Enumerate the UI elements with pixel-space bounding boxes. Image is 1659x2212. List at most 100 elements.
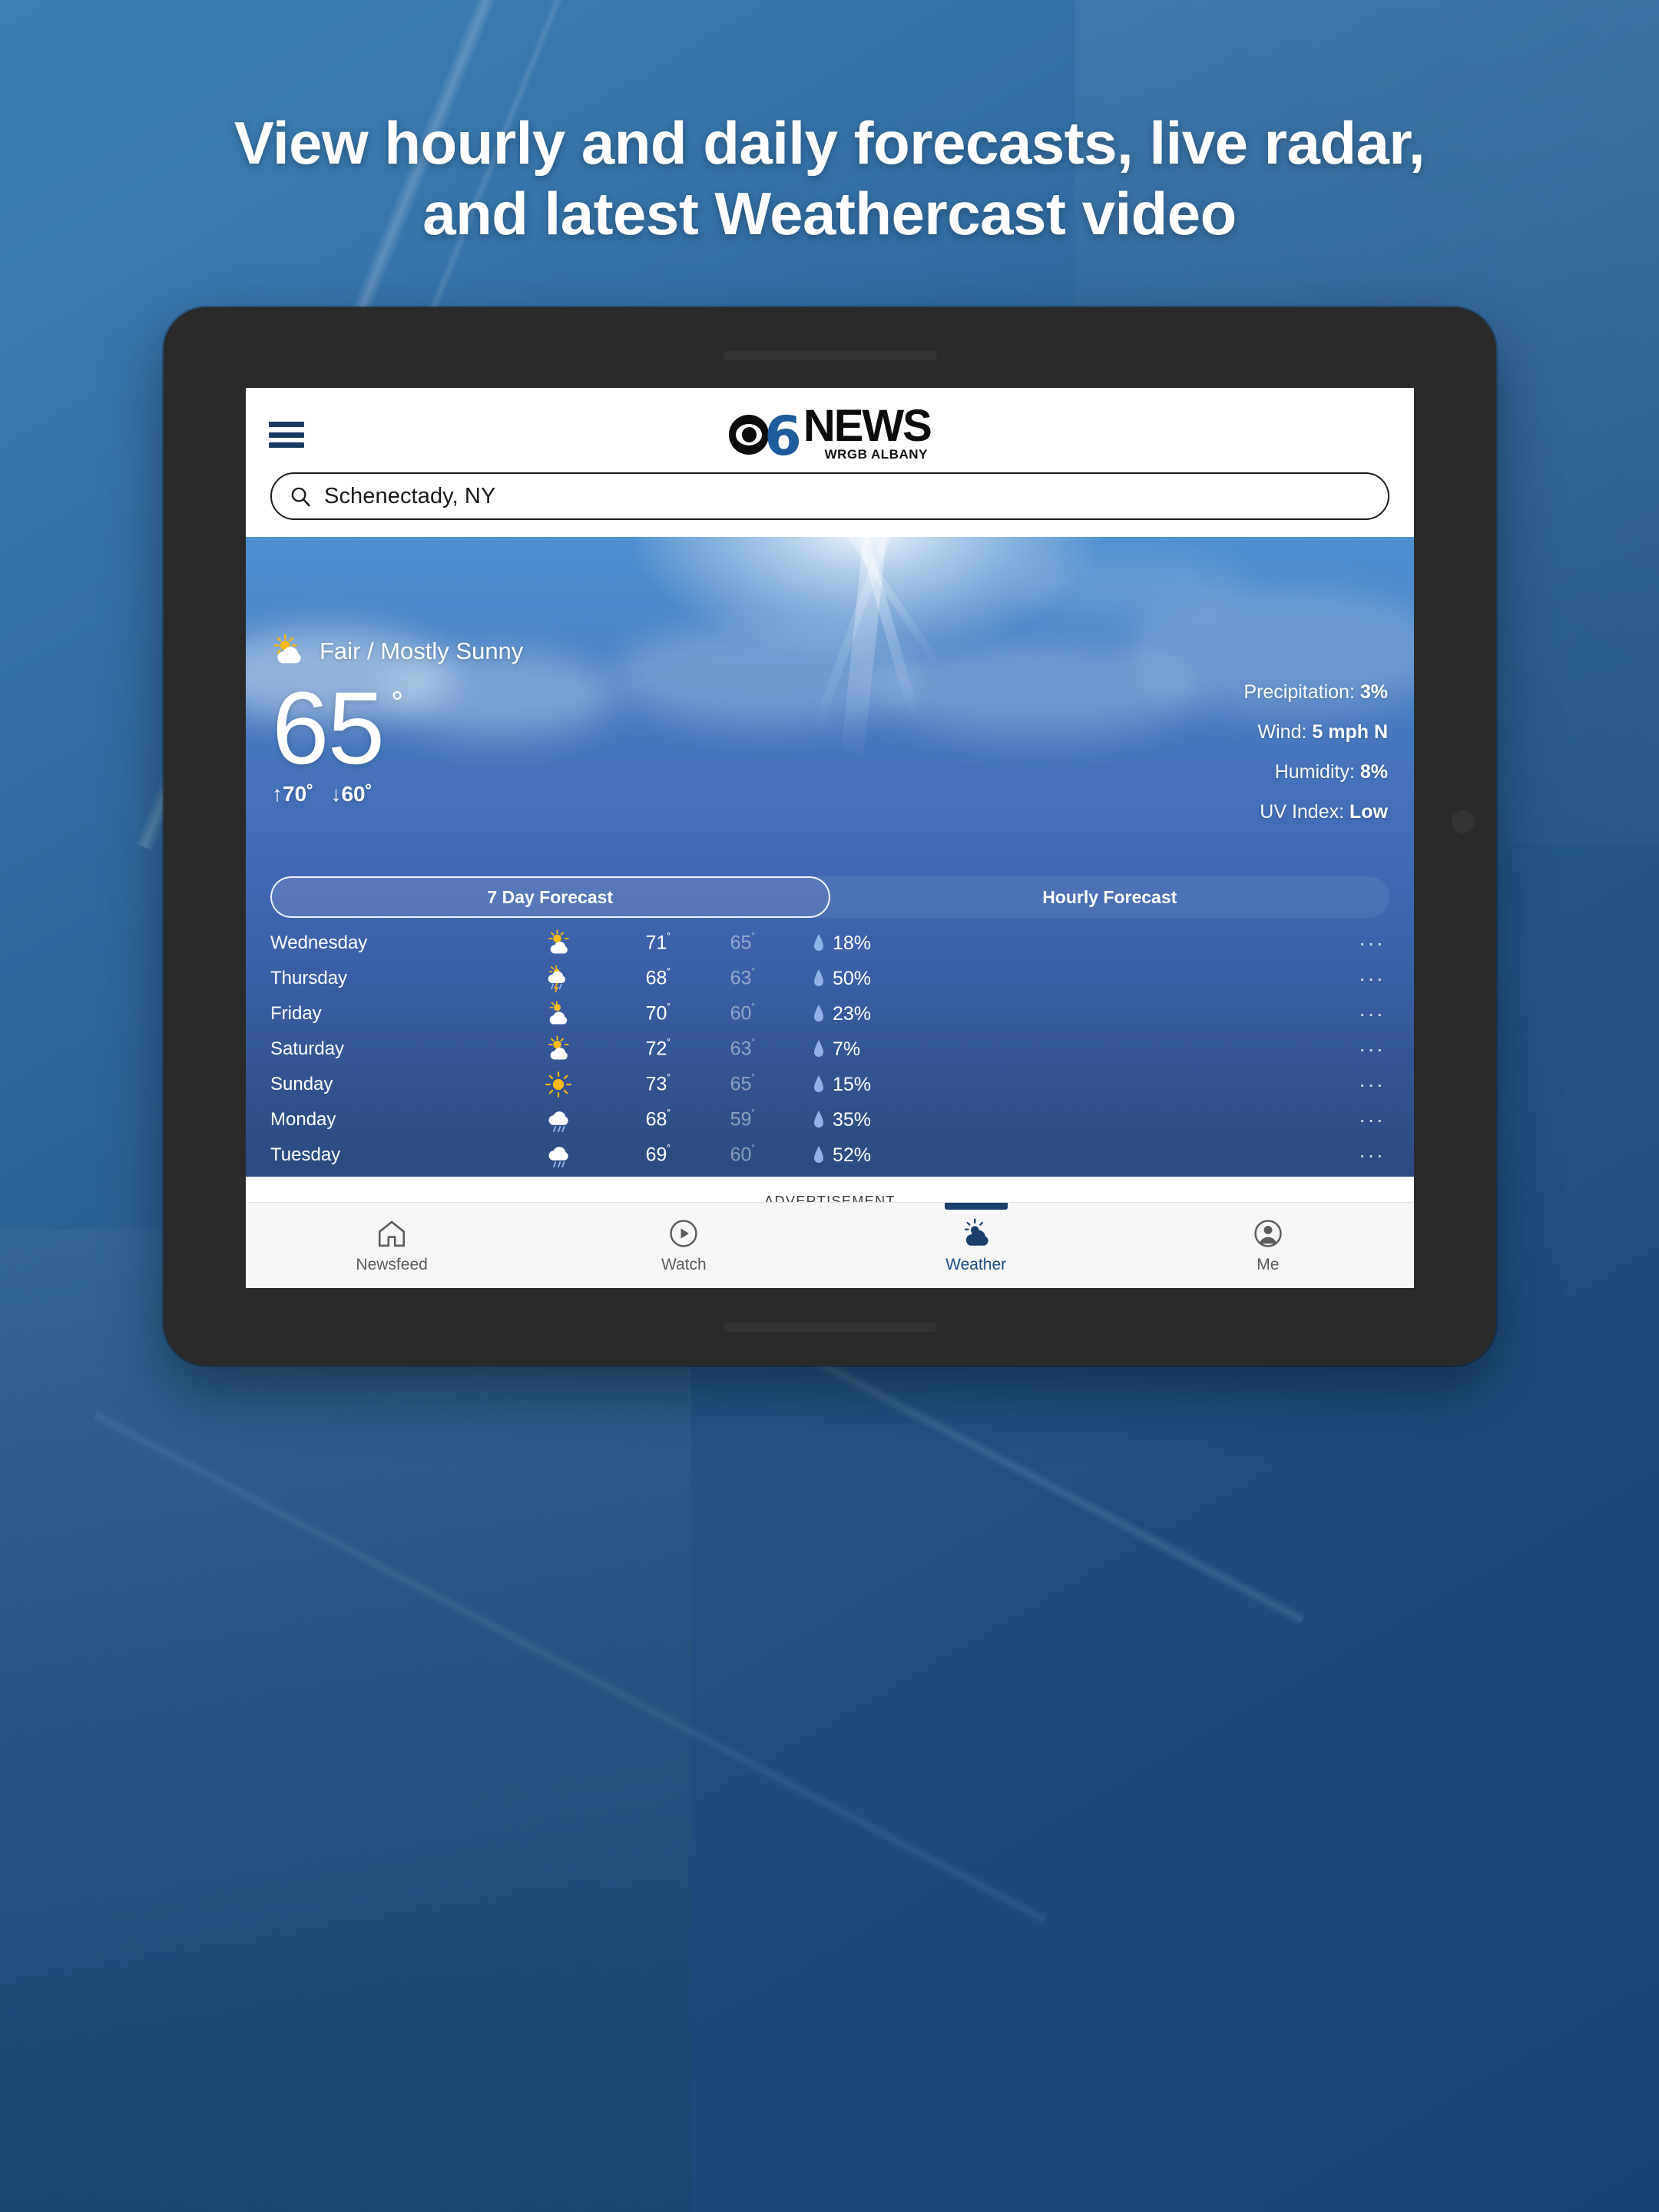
weather-stats: Precipitation: 3% Wind: 5 mph N Humidity… <box>1243 683 1388 822</box>
raindrop-icon <box>814 1005 823 1022</box>
forecast-day: Wednesday <box>270 932 368 953</box>
rain-cloud-icon <box>501 1141 616 1169</box>
cbs-eye-icon <box>729 415 770 455</box>
content-area: ADVERTISEMENT SCIENCE MUSEUM <box>246 1177 1414 1288</box>
table-row[interactable]: Monday 68˚ 59˚ 35% ··· <box>270 1102 1389 1137</box>
stat-label: UV Index: <box>1260 801 1349 823</box>
nav-item-weather[interactable]: Weather <box>830 1203 1122 1288</box>
table-row[interactable]: Wednesday 71˚ 65˚ 18% ··· <box>270 926 1389 961</box>
table-row[interactable]: Sunday 73˚ 65˚ 15% ··· <box>270 1067 1389 1102</box>
nav-item-me[interactable]: Me <box>1122 1203 1414 1288</box>
table-row[interactable]: Saturday 72˚ 63˚ 7% ··· <box>270 1031 1389 1067</box>
forecast-low: 65˚ <box>730 932 756 954</box>
search-input[interactable]: Schenectady, NY <box>270 472 1389 520</box>
thunderstorm-icon <box>501 965 616 992</box>
high-low-row: ↑70˚ ↓60˚ <box>272 782 1388 806</box>
stat-precipitation: Precipitation: 3% <box>1243 683 1388 702</box>
rain-cloud-icon <box>501 1106 616 1134</box>
forecast-day: Monday <box>270 1109 336 1130</box>
bg-streak <box>92 1409 1048 1926</box>
row-more-button[interactable]: ··· <box>939 967 1389 988</box>
nav-label: Watch <box>661 1255 707 1273</box>
front-camera-icon <box>1452 810 1475 833</box>
forecast-day: Friday <box>270 1003 322 1024</box>
tab-hourly-forecast[interactable]: Hourly Forecast <box>830 876 1390 918</box>
tab-7-day-forecast[interactable]: 7 Day Forecast <box>270 876 830 918</box>
forecast-low: 60˚ <box>730 1002 756 1025</box>
row-more-button[interactable]: ··· <box>939 1002 1389 1024</box>
hamburger-bar <box>269 422 304 427</box>
hamburger-bar <box>269 432 304 438</box>
forecast-precip: 52% <box>785 1144 939 1167</box>
raindrop-icon <box>814 1075 823 1092</box>
brand-logo[interactable]: 6 NEWS WRGB ALBANY <box>246 404 1414 465</box>
app-header: 6 NEWS WRGB ALBANY Schenectady, NY <box>246 388 1414 537</box>
active-tab-indicator <box>944 1203 1008 1210</box>
forecast-high: 68˚ <box>645 967 671 989</box>
sun-behind-cloud-icon <box>501 929 616 957</box>
stat-value: Low <box>1349 801 1388 823</box>
logo-text-block: NEWS WRGB ALBANY <box>803 404 932 462</box>
forecast-day: Tuesday <box>270 1144 341 1165</box>
row-more-button[interactable]: ··· <box>939 1144 1389 1165</box>
sun-behind-cloud-icon <box>501 1000 616 1028</box>
search-input-value: Schenectady, NY <box>324 483 496 508</box>
stat-value: 8% <box>1359 761 1388 783</box>
search-wrapper: Schenectady, NY <box>246 465 1414 537</box>
hamburger-icon[interactable] <box>269 422 304 448</box>
hero-content: Fair / Mostly Sunny 65 ° ↑70˚ ↓60˚ Preci… <box>246 537 1414 866</box>
forecast-high: 73˚ <box>645 1073 671 1095</box>
table-row[interactable]: Tuesday 69˚ 60˚ 52% ··· <box>270 1137 1389 1173</box>
forecast-precip: 50% <box>785 968 939 990</box>
nav-label: Me <box>1257 1255 1280 1273</box>
play-icon <box>670 1219 698 1247</box>
sun-behind-cloud-icon <box>273 634 301 664</box>
forecast-high: 69˚ <box>645 1144 671 1166</box>
person-icon <box>1254 1219 1282 1247</box>
forecast-high: 70˚ <box>645 1002 671 1025</box>
forecast-tabs: 7 Day Forecast Hourly Forecast <box>270 876 1389 918</box>
table-row[interactable]: Thursday 68˚ 63˚ 50% ··· <box>270 961 1389 996</box>
low-temp: ↓60˚ <box>330 782 373 806</box>
tablet-device-mockup: 6 NEWS WRGB ALBANY Schenectady, NY Fair … <box>164 307 1496 1366</box>
search-icon <box>291 487 310 507</box>
nav-item-newsfeed[interactable]: Newsfeed <box>246 1203 538 1288</box>
nav-label: Newsfeed <box>356 1255 428 1273</box>
stat-uv-index: UV Index: Low <box>1243 803 1388 822</box>
promo-headline-line-1: View hourly and daily forecasts, live ra… <box>233 109 1426 177</box>
row-more-button[interactable]: ··· <box>939 1038 1389 1059</box>
speaker-grille-top <box>723 351 937 360</box>
forecast-precip: 18% <box>785 932 939 955</box>
temperature-block: 65 ° <box>272 671 1388 786</box>
forecast-low: 63˚ <box>730 1038 756 1060</box>
raindrop-icon <box>814 1111 823 1128</box>
stat-label: Wind: <box>1257 721 1313 743</box>
raindrop-icon <box>814 934 823 951</box>
bottom-navigation-bar: Newsfeed Watch Weather Me <box>246 1202 1414 1288</box>
forecast-high: 68˚ <box>645 1108 671 1131</box>
current-temperature: 65 <box>272 671 385 786</box>
forecast-low: 60˚ <box>730 1144 756 1166</box>
stat-value: 5 mph N <box>1312 721 1388 743</box>
forecast-precip: 23% <box>785 1003 939 1025</box>
app-screen: 6 NEWS WRGB ALBANY Schenectady, NY Fair … <box>246 388 1414 1288</box>
forecast-low: 63˚ <box>730 967 756 989</box>
table-row[interactable]: Friday 70˚ 60˚ 23% ··· <box>270 996 1389 1031</box>
weather-icon <box>964 1217 988 1246</box>
nav-item-watch[interactable]: Watch <box>538 1203 830 1288</box>
tablet-bezel: 6 NEWS WRGB ALBANY Schenectady, NY Fair … <box>164 307 1496 1366</box>
row-more-button[interactable]: ··· <box>939 932 1389 953</box>
row-more-button[interactable]: ··· <box>939 1108 1389 1130</box>
raindrop-icon <box>814 969 823 986</box>
row-more-button[interactable]: ··· <box>939 1073 1389 1094</box>
logo-station-name: WRGB ALBANY <box>824 446 928 462</box>
stat-wind: Wind: 5 mph N <box>1243 723 1388 742</box>
nav-label: Weather <box>945 1255 1007 1273</box>
current-conditions-hero: Fair / Mostly Sunny 65 ° ↑70˚ ↓60˚ Preci… <box>246 537 1414 866</box>
stat-label: Precipitation: <box>1243 681 1360 703</box>
promo-headline-line-2: and latest Weathercast video <box>422 180 1237 248</box>
speaker-grille-bottom <box>723 1323 937 1332</box>
forecast-low: 65˚ <box>730 1073 756 1095</box>
forecast-high: 71˚ <box>645 932 671 954</box>
degree-symbol: ° <box>391 686 404 720</box>
